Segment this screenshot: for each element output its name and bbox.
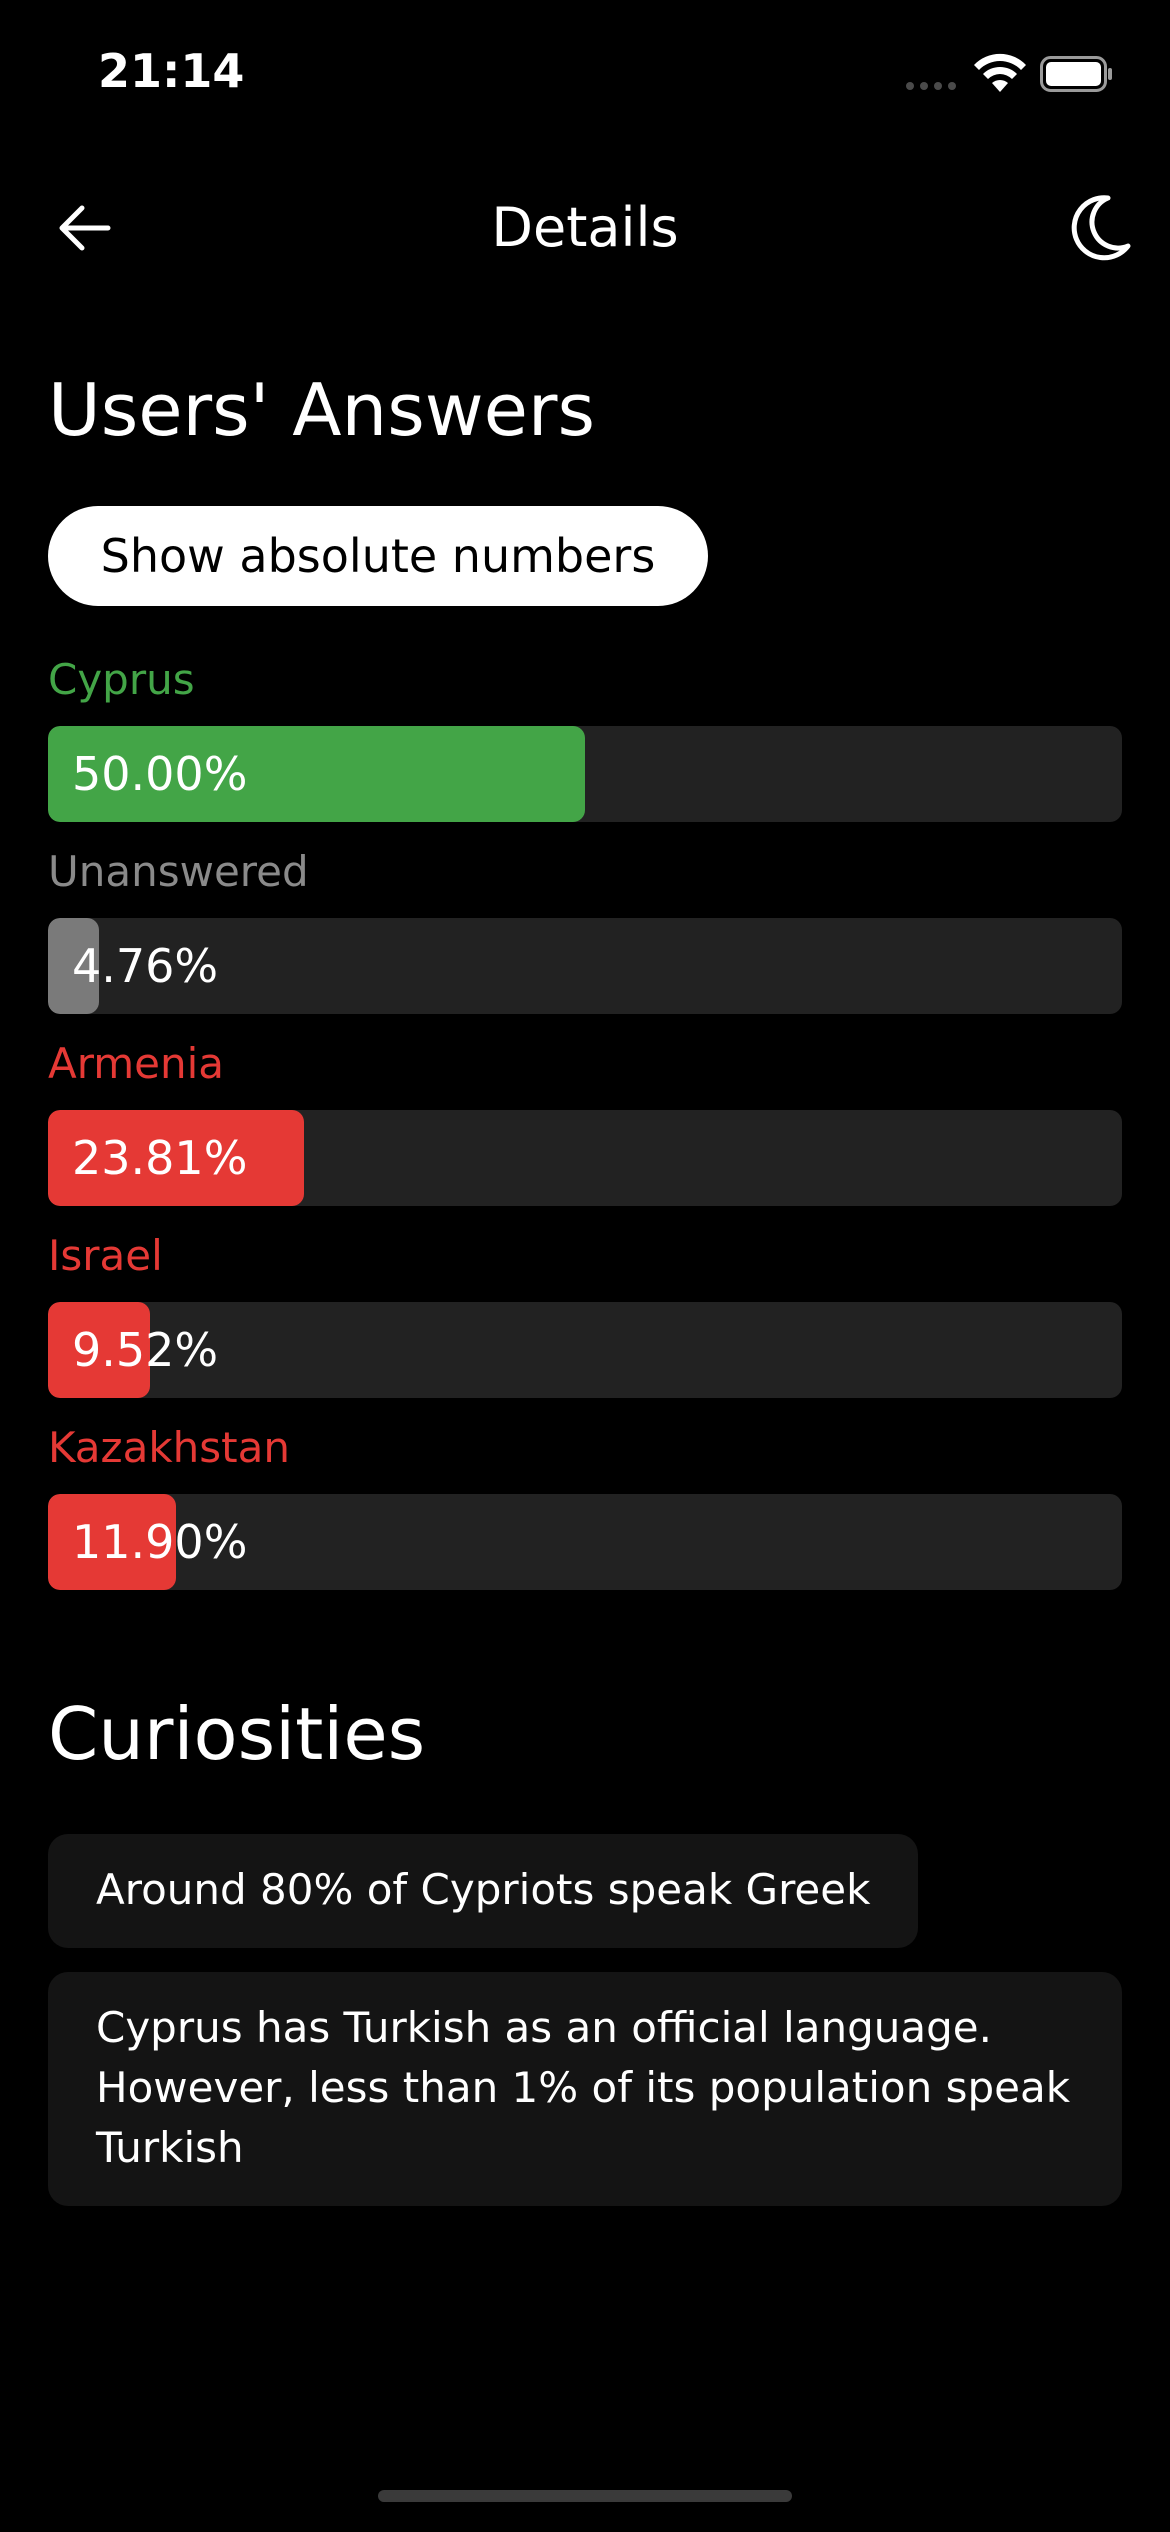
answer-percent: 23.81% (72, 1131, 248, 1185)
answer-label: Armenia (48, 1039, 225, 1088)
answer-item: Unanswered 4.76% (48, 844, 1122, 1036)
answer-percent: 9.52% (72, 1323, 219, 1377)
answer-item: Israel 9.52% (48, 1228, 1122, 1420)
answer-label: Kazakhstan (48, 1423, 290, 1472)
answer-percent: 50.00% (72, 747, 248, 801)
answer-bar-track: 4.76% (48, 918, 1122, 1014)
answer-percent: 11.90% (72, 1515, 248, 1569)
curiosity-card: Cyprus has Turkish as an official langua… (48, 1972, 1122, 2206)
answer-item: Kazakhstan 11.90% (48, 1420, 1122, 1612)
answer-label: Unanswered (48, 847, 309, 896)
status-bar: 21:14 (0, 0, 1170, 150)
show-absolute-numbers-button[interactable]: Show absolute numbers (48, 506, 708, 606)
answers-heading: Users' Answers (48, 368, 595, 452)
answer-bar-track: 11.90% (48, 1494, 1122, 1590)
nav-bar: Details (0, 170, 1170, 280)
answer-percent: 4.76% (72, 939, 219, 993)
curiosity-card: Around 80% of Cypriots speak Greek (48, 1834, 919, 1948)
page-title: Details (491, 196, 679, 259)
answers-list: Cyprus 50.00% Unanswered 4.76% Armenia 2… (48, 652, 1122, 1612)
answer-bar-track: 50.00% (48, 726, 1122, 822)
battery-icon (1040, 56, 1112, 92)
answer-bar-track: 23.81% (48, 1110, 1122, 1206)
answer-label: Cyprus (48, 655, 195, 704)
curiosities-list: Around 80% of Cypriots speak Greek Cypru… (48, 1834, 1122, 2230)
cellular-signal-icon (906, 82, 956, 90)
status-time: 21:14 (98, 44, 245, 98)
answer-item: Armenia 23.81% (48, 1036, 1122, 1228)
curiosities-heading: Curiosities (48, 1692, 426, 1776)
answer-item: Cyprus 50.00% (48, 652, 1122, 844)
moon-icon (1071, 195, 1131, 261)
wifi-icon (974, 53, 1026, 92)
answer-label: Israel (48, 1231, 163, 1280)
toggle-label: Show absolute numbers (100, 529, 656, 583)
answer-bar-track: 9.52% (48, 1302, 1122, 1398)
theme-toggle-button[interactable] (1060, 188, 1140, 268)
home-indicator (378, 2490, 792, 2502)
